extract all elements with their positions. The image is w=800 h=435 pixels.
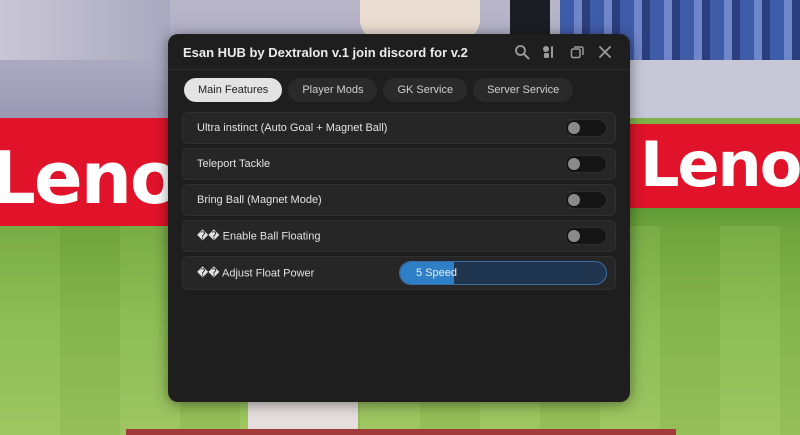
ultra-instinct-toggle[interactable] — [565, 119, 607, 137]
features-list: Ultra instinct (Auto Goal + Magnet Ball)… — [182, 112, 616, 294]
tab-player-mods[interactable]: Player Mods — [288, 78, 378, 102]
tab-main-features[interactable]: Main Features — [184, 78, 283, 102]
search-icon[interactable] — [513, 43, 531, 61]
ad-board-text-right: Lenovo — [640, 128, 800, 201]
feature-label: Bring Ball (Magnet Mode) — [197, 194, 322, 206]
bottom-bar — [126, 429, 676, 435]
feature-row-teleport-tackle: Teleport Tackle — [182, 148, 616, 180]
ball-floating-toggle[interactable] — [565, 227, 607, 245]
toggle-knob — [568, 158, 580, 170]
tab-server-service[interactable]: Server Service — [473, 78, 574, 102]
hub-window: Esan HUB by Dextralon v.1 join discord f… — [168, 34, 630, 402]
toggle-knob — [568, 230, 580, 242]
window-title: Esan HUB by Dextralon v.1 join discord f… — [183, 45, 468, 60]
slider-value: 5 Speed — [416, 267, 457, 279]
window-titlebar[interactable]: Esan HUB by Dextralon v.1 join discord f… — [168, 34, 630, 70]
restore-icon[interactable] — [568, 43, 586, 61]
feature-label: Teleport Tackle — [197, 158, 271, 170]
toggle-knob — [568, 194, 580, 206]
feature-row-ultra-instinct: Ultra instinct (Auto Goal + Magnet Ball) — [182, 112, 616, 144]
slider-label: �� Adjust Float Power — [197, 267, 315, 280]
close-icon[interactable] — [596, 43, 614, 61]
feature-row-float-power: �� Adjust Float Power 5 Speed — [182, 256, 616, 290]
tab-bar: Main Features Player Mods GK Service Ser… — [184, 78, 574, 102]
player-figure-dark — [510, 0, 550, 38]
feature-row-bring-ball: Bring Ball (Magnet Mode) — [182, 184, 616, 216]
bring-ball-toggle[interactable] — [565, 191, 607, 209]
feature-row-ball-floating: �� Enable Ball Floating — [182, 220, 616, 252]
tab-gk-service[interactable]: GK Service — [383, 78, 468, 102]
feature-label: Ultra instinct (Auto Goal + Magnet Ball) — [197, 122, 388, 134]
float-power-slider[interactable]: 5 Speed — [399, 261, 607, 285]
toggle-knob — [568, 122, 580, 134]
stats-icon[interactable] — [540, 43, 558, 61]
teleport-tackle-toggle[interactable] — [565, 155, 607, 173]
feature-label: �� Enable Ball Floating — [197, 230, 321, 243]
